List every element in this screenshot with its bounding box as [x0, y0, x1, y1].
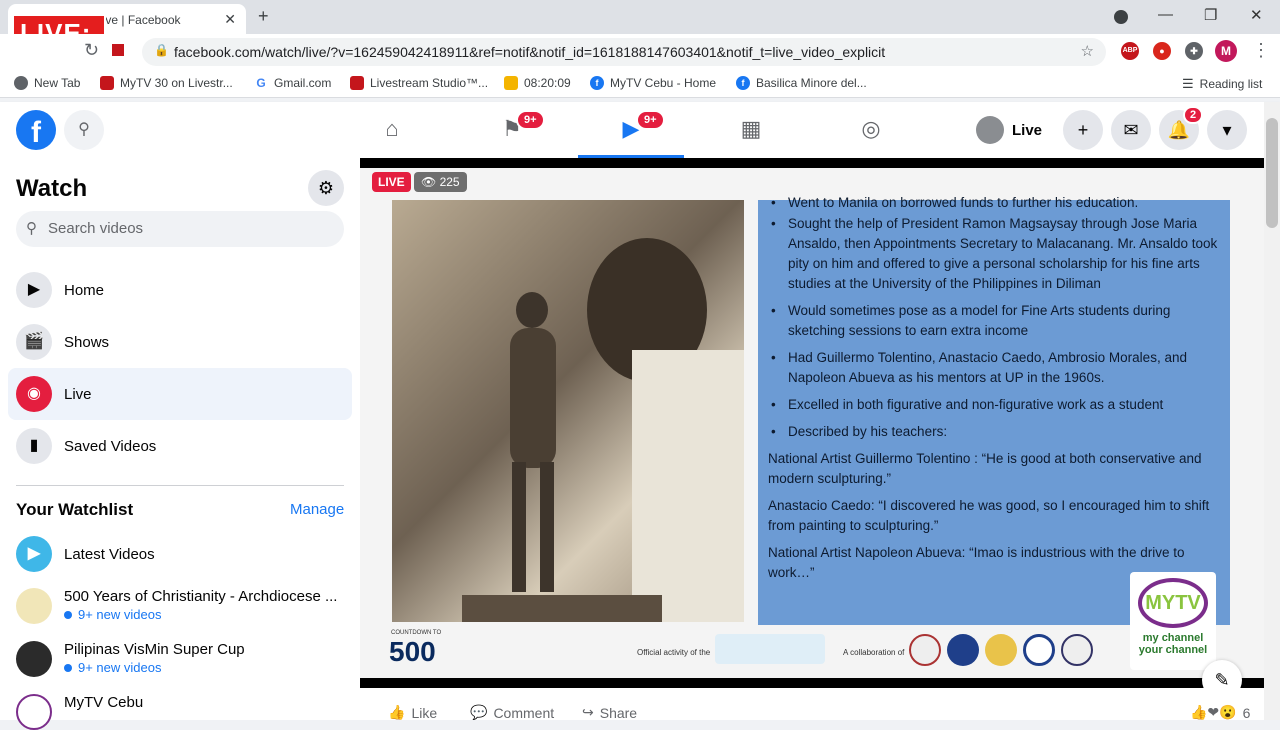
bookmark-mytv-cebu[interactable]: f MyTV Cebu - Home — [590, 76, 716, 90]
profile-menu-icon[interactable] — [1114, 10, 1128, 24]
home-nav-icon[interactable]: ⌂ — [372, 116, 412, 142]
watchlist-item[interactable]: Pilipinas VisMin Super Cup 9+ new videos — [16, 641, 354, 677]
reload-icon[interactable]: ↻ — [84, 40, 99, 61]
groups-icon[interactable]: ◎ — [851, 116, 891, 142]
divider — [16, 485, 344, 486]
bookmark-new-tab[interactable]: New Tab — [14, 76, 80, 90]
globe-icon — [14, 76, 28, 90]
extensions-puzzle-icon[interactable]: ✚ — [1185, 42, 1203, 60]
search-icon: ⚲ — [26, 220, 37, 237]
slide-quote: National Artist Guillermo Tolentino : “H… — [768, 451, 1202, 486]
manage-link[interactable]: Manage — [290, 501, 344, 518]
sidebar-item-shows[interactable]: 🎬 Shows — [8, 316, 352, 368]
watchlist-title: Your Watchlist — [16, 500, 134, 519]
viewer-count: 👁 225 — [414, 172, 467, 192]
slide-bullet: Sought the help of President Ramon Magsa… — [768, 214, 1220, 294]
share-icon: ↪ — [582, 704, 594, 720]
bookmark-livestream-studio[interactable]: Livestream Studio™... — [350, 76, 488, 90]
minimize-icon[interactable]: — — [1158, 6, 1173, 23]
thumbs-up-icon: 👍 — [388, 704, 406, 720]
page-title: Watch — [16, 175, 88, 202]
sculptor-photo — [392, 200, 744, 622]
google-icon: G — [254, 76, 268, 90]
watchlist-item[interactable]: 500 Years of Christianity - Archdiocese … — [16, 588, 354, 624]
messenger-icon[interactable]: ✉ — [1111, 110, 1151, 150]
create-plus-icon[interactable]: + — [1063, 110, 1103, 150]
slide-bullet: Had Guillermo Tolentino, Anastacio Caedo… — [768, 348, 1220, 388]
video-home-icon: ▶ — [16, 272, 52, 308]
sponsor-strip: COUNTDOWN TO 500 Official activity of th… — [385, 628, 1235, 674]
reaction-summary[interactable]: 👍❤😮 6 — [1190, 704, 1250, 721]
slide-bullet: Went to Manila on borrowed funds to furt… — [768, 193, 1220, 207]
close-tab-icon[interactable]: ✕ — [224, 11, 236, 28]
chrome-menu-icon[interactable]: ⋮ — [1252, 40, 1270, 61]
search-icon[interactable]: ⚲ — [64, 110, 104, 150]
page-avatar — [16, 588, 52, 624]
facebook-logo-icon[interactable]: f — [16, 110, 56, 150]
eye-icon: 👁 — [421, 175, 440, 189]
sidebar-item-home[interactable]: ▶ Home — [8, 264, 352, 316]
slide-bullet: Excelled in both figurative and non-figu… — [768, 395, 1220, 415]
notification-badge: 2 — [1183, 106, 1204, 124]
watchlist-item[interactable]: ▶ Latest Videos — [16, 536, 354, 572]
mytv-logo: MYTV my channel your channel — [1130, 572, 1216, 670]
adblock-icon[interactable]: ABP — [1121, 42, 1139, 60]
slide-bullet: Would sometimes pose as a model for Fine… — [768, 301, 1220, 341]
gear-icon[interactable]: ⚙ — [308, 170, 344, 206]
extension-shield-icon[interactable]: ● — [1153, 42, 1171, 60]
watch-badge: 9+ — [636, 110, 665, 130]
marketplace-icon[interactable]: ▦ — [731, 116, 771, 142]
reading-list-icon: ☰ — [1182, 76, 1194, 91]
page-avatar — [16, 641, 52, 677]
facebook-icon: f — [590, 76, 604, 90]
countdown-500-logo: 500 — [389, 636, 436, 667]
restore-icon[interactable]: ❐ — [1204, 6, 1217, 24]
presentation-slide: Went to Manila on borrowed funds to furt… — [758, 193, 1230, 625]
profile-shortcut[interactable]: Live — [976, 112, 1042, 148]
pages-badge: 9+ — [516, 110, 545, 130]
comment-button[interactable]: 💬 Comment — [470, 704, 554, 721]
facebook-icon: f — [736, 76, 750, 90]
bookmark-mytv-livestream[interactable]: MyTV 30 on Livestr... — [100, 76, 233, 90]
sidebar-item-live[interactable]: ◉ Live — [8, 368, 352, 420]
slide-bullet: Described by his teachers: — [768, 422, 1220, 442]
slide-quote: Anastacio Caedo: “I discovered he was go… — [768, 498, 1210, 533]
livestream-icon — [350, 76, 364, 90]
collaborator-seals — [909, 634, 1093, 666]
watchlist-item[interactable]: MyTV Cebu — [16, 694, 354, 730]
play-icon: ▶ — [16, 536, 52, 572]
clapperboard-icon: 🎬 — [16, 324, 52, 360]
bookmark-basilica[interactable]: f Basilica Minore del... — [736, 76, 867, 90]
livestream-icon — [100, 76, 114, 90]
new-tab-icon[interactable]: + — [258, 6, 269, 27]
live-badge: LIVE — [372, 172, 411, 192]
like-button[interactable]: 👍 Like — [388, 704, 437, 721]
sculpture-silhouette — [462, 238, 744, 622]
bookmark-clock[interactable]: 08:20:09 — [504, 76, 571, 90]
scrollbar-thumb[interactable] — [1266, 118, 1278, 228]
profile-avatar[interactable]: M — [1215, 40, 1237, 62]
sidebar-item-saved[interactable]: ▮ Saved Videos — [8, 420, 352, 472]
share-button[interactable]: ↪ Share — [582, 704, 637, 721]
search-videos-input[interactable]: ⚲ Search videos — [16, 211, 344, 247]
bookmark-gmail[interactable]: G Gmail.com — [254, 76, 331, 90]
reaction-icons: 👍❤😮 — [1190, 704, 1237, 720]
bookmark-icon: ▮ — [16, 428, 52, 464]
live-camera-icon: ◉ — [16, 376, 52, 412]
avatar — [976, 116, 1004, 144]
lock-icon: 🔒 — [154, 43, 169, 57]
bookmark-star-icon[interactable]: ☆ — [1081, 42, 1094, 60]
comment-icon: 💬 — [470, 704, 488, 720]
account-menu-icon[interactable]: ▾ — [1207, 110, 1247, 150]
url-text: facebook.com/watch/live/?v=1624590424189… — [174, 44, 886, 60]
close-window-icon[interactable]: ✕ — [1250, 6, 1263, 24]
500-years-logo — [715, 634, 825, 664]
page-avatar — [16, 694, 52, 730]
clock-icon — [504, 76, 518, 90]
reading-list[interactable]: ☰ Reading list — [1182, 76, 1262, 92]
url-bar[interactable]: 🔒 facebook.com/watch/live/?v=16245904241… — [142, 38, 1106, 66]
stop-icon[interactable] — [112, 44, 124, 56]
